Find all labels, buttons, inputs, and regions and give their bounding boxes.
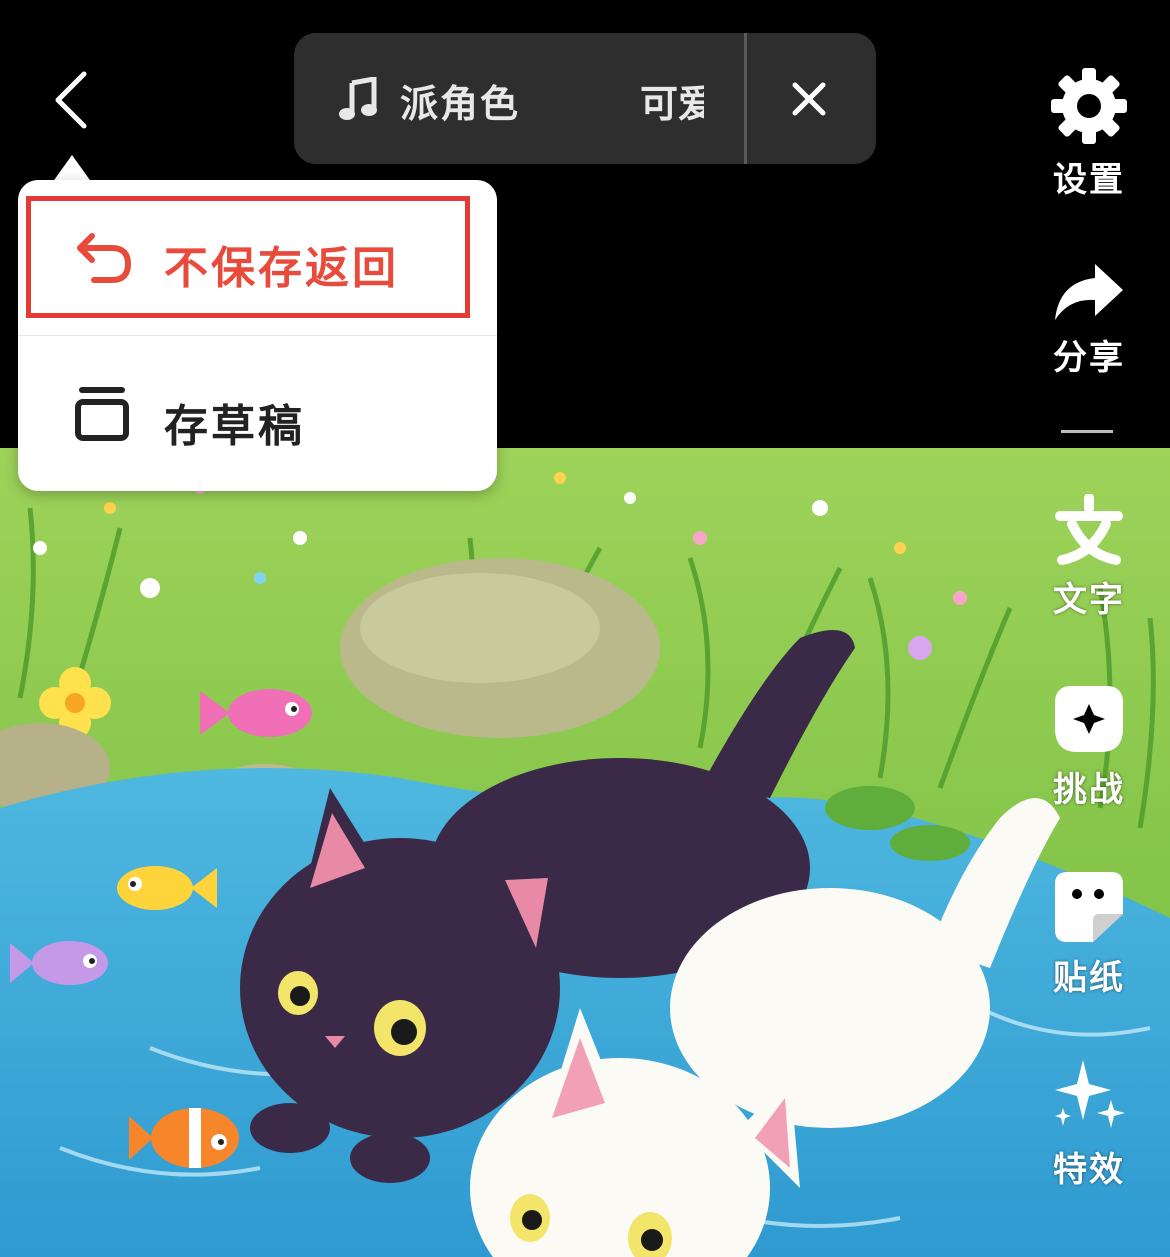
music-pill-divider: [744, 33, 747, 164]
text-label: 文字: [1053, 580, 1125, 620]
share-arrow-icon: [1055, 264, 1123, 320]
music-title: 派角色: [400, 82, 521, 126]
discard-label: 不保存返回: [164, 243, 399, 294]
challenge-button[interactable]: 挑战: [1034, 682, 1144, 811]
sparkle-icon: [1055, 1060, 1125, 1128]
popup-pointer: [52, 155, 92, 183]
draft-box-icon: [75, 387, 129, 441]
video-preview-image: [0, 448, 1170, 1257]
challenge-label: 挑战: [1053, 770, 1125, 810]
music-scrolling-text: 可爱: [640, 82, 704, 126]
back-button[interactable]: [40, 62, 110, 142]
settings-label: 设置: [1053, 160, 1125, 200]
share-button[interactable]: 分享: [1034, 260, 1144, 379]
menu-divider: [18, 335, 497, 336]
effects-label: 特效: [1053, 1150, 1125, 1190]
chevron-left-icon: [55, 71, 87, 129]
music-selector-pill[interactable]: 派角色 可爱: [294, 33, 876, 164]
close-icon[interactable]: [787, 77, 831, 121]
discard-and-return-item[interactable]: 不保存返回: [18, 190, 497, 340]
sticker-button[interactable]: 贴纸: [1034, 870, 1144, 999]
challenge-icon: [1055, 686, 1123, 752]
exit-options-menu: 不保存返回 存草稿: [18, 180, 497, 491]
sticker-icon: [1055, 872, 1123, 942]
toolbar-separator: [1061, 430, 1113, 433]
sticker-label: 贴纸: [1053, 958, 1125, 998]
music-note-icon: [339, 77, 377, 120]
text-button[interactable]: 文字: [1034, 494, 1144, 621]
share-label: 分享: [1053, 338, 1125, 378]
save-draft-item[interactable]: 存草稿: [18, 340, 497, 490]
text-icon: [1055, 494, 1123, 565]
effects-button[interactable]: 特效: [1034, 1056, 1144, 1191]
draft-label: 存草稿: [164, 401, 305, 452]
undo-icon: [77, 233, 132, 283]
gear-icon: [1051, 68, 1127, 144]
settings-button[interactable]: 设置: [1034, 66, 1144, 201]
